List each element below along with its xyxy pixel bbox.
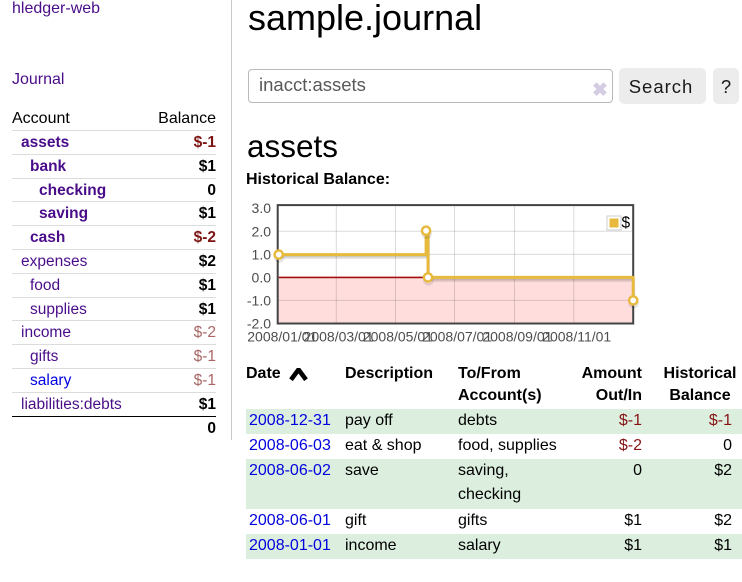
svg-text:2.0: 2.0 [252, 223, 272, 239]
svg-text:$: $ [622, 215, 631, 232]
svg-text:3.0: 3.0 [252, 200, 272, 216]
svg-text:0.0: 0.0 [252, 270, 272, 286]
svg-text:1.0: 1.0 [252, 246, 272, 262]
svg-text:-1.0: -1.0 [247, 293, 271, 309]
svg-text:2008/11/01: 2008/11/01 [542, 329, 611, 345]
